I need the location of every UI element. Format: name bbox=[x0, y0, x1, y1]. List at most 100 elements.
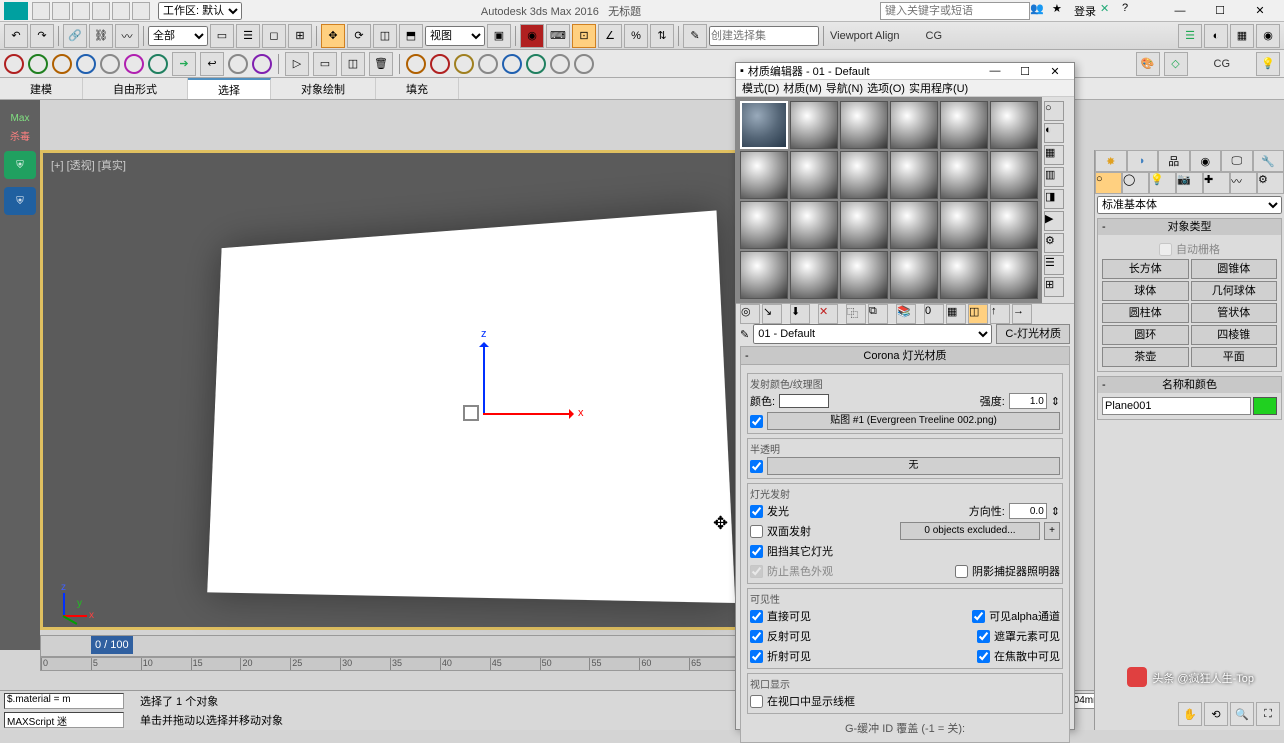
plugin-icon[interactable] bbox=[430, 54, 450, 74]
reset-icon[interactable]: ✕ bbox=[818, 304, 838, 324]
material-slot[interactable] bbox=[790, 101, 838, 149]
snap-toggle-icon[interactable]: ⊡ bbox=[572, 24, 596, 48]
pyramid-button[interactable]: 四棱锥 bbox=[1191, 325, 1278, 345]
menu-options[interactable]: 选项(O) bbox=[867, 80, 905, 96]
sample-type-icon[interactable]: ○ bbox=[1044, 101, 1064, 121]
placement-icon[interactable]: ⬒ bbox=[399, 24, 423, 48]
put-to-lib-icon[interactable]: 📚 bbox=[896, 304, 916, 324]
pick-icon[interactable]: ✎ bbox=[740, 328, 749, 341]
favorite-icon[interactable]: ★ bbox=[1052, 2, 1070, 20]
vis-scatter-checkbox[interactable] bbox=[977, 650, 990, 663]
curve-editor-icon[interactable]: ◐ bbox=[1204, 24, 1228, 48]
material-slot[interactable] bbox=[840, 101, 888, 149]
systems-icon[interactable]: ⚙ bbox=[1257, 172, 1284, 194]
material-slot[interactable] bbox=[890, 201, 938, 249]
motion-tab-icon[interactable]: ◉ bbox=[1190, 150, 1222, 172]
material-slot[interactable] bbox=[840, 251, 888, 299]
render-frame-icon[interactable]: ◇ bbox=[1164, 52, 1188, 76]
maxscript-mini[interactable]: MAXScript 迷 bbox=[4, 712, 124, 728]
crop-icon[interactable]: ◫ bbox=[341, 52, 365, 76]
color-swatch[interactable] bbox=[779, 394, 829, 408]
undo-icon[interactable]: ↶ bbox=[4, 24, 28, 48]
material-slot[interactable] bbox=[990, 101, 1038, 149]
material-slot[interactable] bbox=[940, 151, 988, 199]
direction-spinner[interactable] bbox=[1009, 503, 1047, 519]
manipulate-icon[interactable]: ◉ bbox=[520, 24, 544, 48]
put-to-scene-icon[interactable]: ↘ bbox=[762, 304, 782, 324]
material-editor-icon[interactable]: ◉ bbox=[1256, 24, 1280, 48]
angle-snap-icon[interactable]: ∠ bbox=[598, 24, 622, 48]
max-toggle-icon[interactable]: ⛶ bbox=[1256, 702, 1280, 726]
plugin-icon[interactable] bbox=[252, 54, 272, 74]
vis-refl-checkbox[interactable] bbox=[750, 630, 763, 643]
plugin-icon[interactable] bbox=[148, 54, 168, 74]
material-slot[interactable] bbox=[890, 151, 938, 199]
geosphere-button[interactable]: 几何球体 bbox=[1191, 281, 1278, 301]
spinner-snap-icon[interactable]: ⇅ bbox=[650, 24, 674, 48]
make-unique-icon[interactable]: ⧉ bbox=[868, 304, 888, 324]
background-icon[interactable]: ▦ bbox=[1044, 145, 1064, 165]
select-by-mat-icon[interactable]: ☰ bbox=[1044, 255, 1064, 275]
rollout-header[interactable]: -Corona 灯光材质 bbox=[741, 347, 1069, 365]
modify-tab-icon[interactable]: ◗ bbox=[1127, 150, 1159, 172]
material-type-button[interactable]: C-灯光材质 bbox=[996, 324, 1070, 344]
geometry-type-dropdown[interactable]: 标准基本体 bbox=[1097, 196, 1282, 214]
orbit-icon[interactable]: ⟲ bbox=[1204, 702, 1228, 726]
plugin-icon[interactable] bbox=[100, 54, 120, 74]
layers-icon[interactable]: ☰ bbox=[1178, 24, 1202, 48]
get-material-icon[interactable]: ◎ bbox=[740, 304, 760, 324]
frame-indicator[interactable]: 0 / 100 bbox=[91, 636, 133, 654]
display-tab-icon[interactable]: 🖵 bbox=[1221, 150, 1253, 172]
save-icon[interactable] bbox=[72, 2, 90, 20]
video-check-icon[interactable]: ◨ bbox=[1044, 189, 1064, 209]
options-icon[interactable]: ⚙ bbox=[1044, 233, 1064, 253]
material-slot[interactable] bbox=[940, 251, 988, 299]
spinner-arrows-icon[interactable]: ⇕ bbox=[1051, 395, 1060, 408]
plugin-icon[interactable] bbox=[550, 54, 570, 74]
material-slot[interactable] bbox=[740, 101, 788, 149]
translucency-map-button[interactable]: 无 bbox=[767, 457, 1060, 475]
play-icon[interactable]: ▷ bbox=[285, 52, 309, 76]
unlink-icon[interactable]: ⛓ bbox=[89, 24, 113, 48]
help-search-input[interactable] bbox=[880, 2, 1030, 20]
show-map-icon[interactable]: ▦ bbox=[946, 304, 966, 324]
sample-uv-icon[interactable]: ▥ bbox=[1044, 167, 1064, 187]
menu-utilities[interactable]: 实用程序(U) bbox=[909, 80, 968, 96]
cameras-icon[interactable]: 📷 bbox=[1176, 172, 1203, 194]
assign-icon[interactable]: ⬇ bbox=[790, 304, 810, 324]
hierarchy-tab-icon[interactable]: 品 bbox=[1158, 150, 1190, 172]
material-slot[interactable] bbox=[990, 151, 1038, 199]
object-name-input[interactable] bbox=[1102, 397, 1251, 415]
plugin-icon[interactable] bbox=[574, 54, 594, 74]
minimize-button[interactable]: — bbox=[1160, 1, 1200, 21]
select-by-name-icon[interactable]: ☰ bbox=[236, 24, 260, 48]
move-icon[interactable]: ✥ bbox=[321, 24, 345, 48]
shapes-icon[interactable]: ◯ bbox=[1122, 172, 1149, 194]
minimize-button[interactable]: — bbox=[980, 65, 1010, 77]
material-map-nav-icon[interactable]: ⊞ bbox=[1044, 277, 1064, 297]
redo-icon[interactable]: ↷ bbox=[30, 24, 54, 48]
menu-material[interactable]: 材质(M) bbox=[783, 80, 822, 96]
vis-alpha-checkbox[interactable] bbox=[972, 610, 985, 623]
vp-wireframe-checkbox[interactable] bbox=[750, 695, 763, 708]
scale-icon[interactable]: ◫ bbox=[373, 24, 397, 48]
rect-region-icon[interactable]: ◻ bbox=[262, 24, 286, 48]
tube-button[interactable]: 管状体 bbox=[1191, 303, 1278, 323]
map-enable-checkbox[interactable] bbox=[750, 415, 763, 428]
new-icon[interactable] bbox=[32, 2, 50, 20]
material-slot[interactable] bbox=[840, 151, 888, 199]
keyboard-shortcut-icon[interactable]: ⌨ bbox=[546, 24, 570, 48]
helpers-icon[interactable]: ✚ bbox=[1203, 172, 1230, 194]
double-sided-checkbox[interactable] bbox=[750, 525, 763, 538]
maximize-button[interactable]: ☐ bbox=[1010, 65, 1040, 78]
undo-icon[interactable] bbox=[92, 2, 110, 20]
plugin-icon[interactable] bbox=[76, 54, 96, 74]
time-slider[interactable]: 0 / 100 bbox=[40, 635, 740, 657]
workspace-selector[interactable]: 工作区: 默认 bbox=[158, 2, 242, 20]
material-slot[interactable] bbox=[940, 101, 988, 149]
shield-green-icon[interactable]: ⛨ bbox=[4, 151, 36, 179]
go-forward-icon[interactable]: → bbox=[1012, 304, 1032, 324]
shield-blue-icon[interactable]: ⛨ bbox=[4, 187, 36, 215]
link-icon[interactable] bbox=[132, 2, 150, 20]
material-slot[interactable] bbox=[740, 151, 788, 199]
